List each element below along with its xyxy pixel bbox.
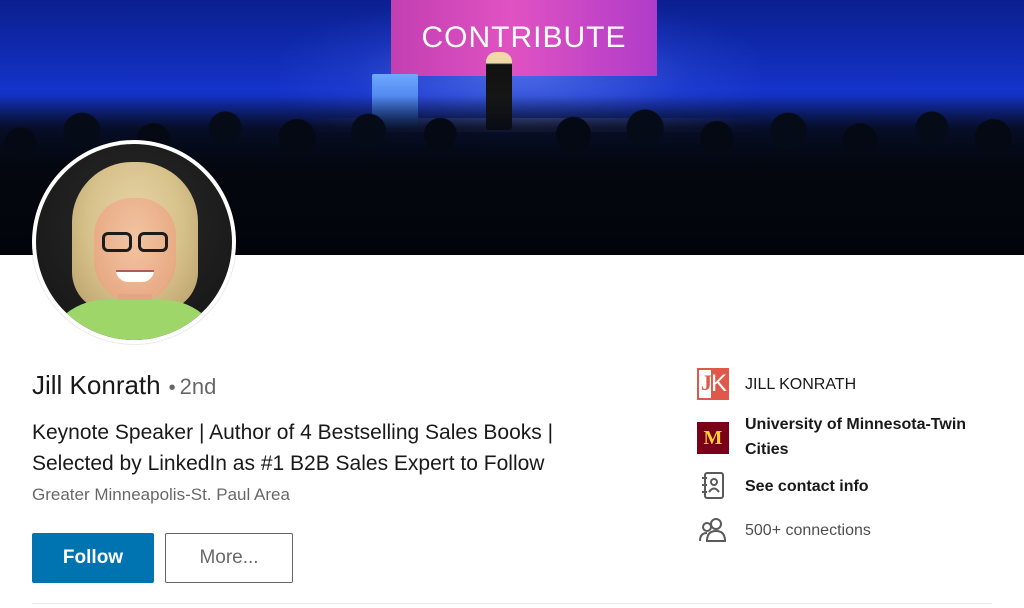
headline-line-1: Keynote Speaker | Author of 4 Bestsellin… bbox=[32, 421, 554, 444]
school-logo-icon: M bbox=[697, 422, 729, 454]
stage-screen: CONTRIBUTE bbox=[391, 0, 657, 76]
profile-photo-image bbox=[36, 144, 232, 340]
connection-degree: 2nd bbox=[179, 374, 217, 399]
mouth bbox=[116, 270, 154, 282]
contact-info-label: See contact info bbox=[745, 478, 869, 495]
education-link[interactable]: M University of Minnesota-Twin Cities bbox=[697, 412, 995, 462]
follow-button[interactable]: Follow bbox=[32, 533, 154, 583]
profile-headline: Keynote Speaker | Author of 4 Bestsellin… bbox=[32, 417, 642, 479]
connections-link[interactable]: 500+ connections bbox=[697, 514, 871, 546]
profile-name-row: Jill Konrath • 2nd bbox=[32, 370, 216, 401]
contact-card-icon bbox=[702, 472, 724, 499]
profile-name: Jill Konrath bbox=[32, 370, 161, 400]
glasses-left bbox=[102, 232, 132, 252]
stage-screen-text: CONTRIBUTE bbox=[421, 21, 627, 54]
profile-location: Greater Minneapolis-St. Paul Area bbox=[32, 485, 290, 504]
company-logo-icon: J K bbox=[697, 368, 729, 400]
profile-photo[interactable] bbox=[32, 140, 236, 344]
more-button[interactable]: More... bbox=[165, 533, 293, 583]
contact-info-link[interactable]: See contact info bbox=[697, 470, 869, 502]
education-label: University of Minnesota-Twin Cities bbox=[745, 416, 967, 458]
headline-line-2: Selected by LinkedIn as #1 B2B Sales Exp… bbox=[32, 452, 545, 475]
current-company-link[interactable]: J K JILL KONRATH bbox=[697, 368, 856, 400]
connections-label: 500+ connections bbox=[745, 522, 871, 539]
section-divider bbox=[32, 603, 992, 604]
people-icon bbox=[699, 518, 727, 542]
current-company-label: JILL KONRATH bbox=[745, 376, 857, 393]
glasses-right bbox=[138, 232, 168, 252]
name-separator: • bbox=[168, 377, 176, 399]
shoulders bbox=[44, 300, 224, 340]
